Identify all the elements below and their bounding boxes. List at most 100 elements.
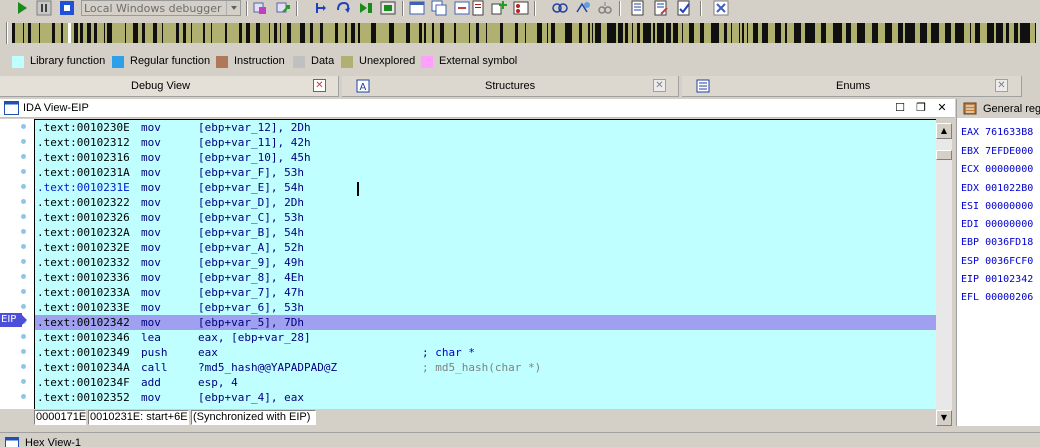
legend-label: Unexplored — [359, 55, 416, 67]
scroll-up-icon[interactable]: ▲ — [936, 123, 952, 139]
run-until-return-icon[interactable] — [380, 0, 396, 16]
register-eax[interactable]: EAX 761633B8 — [961, 127, 1033, 138]
line-operands: esp, 4 — [198, 376, 238, 389]
register-esi[interactable]: ESI 00000000 — [961, 201, 1033, 212]
copy-window-icon[interactable] — [431, 0, 447, 16]
legend-swatch — [341, 56, 353, 68]
text-cursor — [357, 182, 359, 196]
listing-line[interactable]: .text:0010231A mov [ebp+var_F], 53h — [35, 165, 936, 180]
line-mnemonic: call — [141, 361, 168, 374]
legend-label: Regular function — [130, 55, 211, 67]
scrollbar-thumb[interactable] — [936, 150, 952, 160]
line-operands: [ebp+var_11], 42h — [198, 136, 311, 149]
listing-line[interactable]: .text:0010234F add esp, 4 — [35, 375, 936, 390]
line-address: .text:00102352 — [37, 391, 130, 404]
line-address: .text:00102342 — [37, 316, 130, 329]
close-icon[interactable]: ✕ — [653, 79, 666, 92]
legend-label: Instruction — [234, 55, 285, 67]
register-eip[interactable]: EIP 00102342 — [961, 274, 1033, 285]
listing-line[interactable]: .text:00102342 mov [ebp+var_5], 7Dh — [35, 315, 936, 330]
line-mnemonic: mov — [141, 271, 161, 284]
line-address: .text:00102316 — [37, 151, 130, 164]
disassembly-listing[interactable]: .text:00102352 mov [ebp+var_4], eax .text:0… — [34, 119, 936, 409]
trace-icon[interactable] — [552, 0, 568, 16]
listing-line[interactable]: .text:00102349 push eax ; char * — [35, 345, 936, 360]
tab-structures[interactable]: A Structures ✕ — [342, 76, 679, 97]
hex-view-panel[interactable]: Hex View-1 — [0, 432, 1040, 447]
listing-line[interactable]: .text:0010234A call ?md5_hash@@YAPADPAD@Z;… — [35, 360, 936, 375]
step-over-icon[interactable] — [335, 0, 351, 16]
list-view-icon[interactable] — [630, 0, 646, 16]
chevron-down-icon[interactable] — [226, 1, 240, 15]
step-into-icon[interactable] — [313, 0, 329, 16]
listing-line[interactable]: .text:00102346 lea eax, [ebp+var_28] — [35, 330, 936, 345]
function-trace-icon[interactable] — [597, 0, 613, 16]
window-icon[interactable] — [409, 0, 425, 16]
register-edi[interactable]: EDI 00000000 — [961, 219, 1033, 230]
line-mnemonic: mov — [141, 166, 161, 179]
panel-title: General regi — [983, 103, 1040, 115]
tab-debug-view[interactable]: Debug View ✕ — [0, 76, 339, 97]
line-operands: eax — [198, 346, 218, 359]
navigation-band[interactable] — [0, 18, 1040, 47]
detach-icon[interactable] — [275, 0, 291, 16]
breakpoint-list-icon[interactable] — [513, 0, 529, 16]
close-icon[interactable]: ✕ — [995, 79, 1008, 92]
legend-label: External symbol — [439, 55, 518, 67]
line-operands: [ebp+var_12], 2Dh — [198, 121, 311, 134]
listing-line[interactable]: .text:00102312 mov [ebp+var_11], 42h — [35, 135, 936, 150]
close-icon[interactable]: ✕ — [935, 101, 949, 115]
line-address: .text:00102349 — [37, 346, 130, 359]
listing-line[interactable]: .text:0010233A mov [ebp+var_7], 47h — [35, 285, 936, 300]
pause-icon[interactable] — [36, 0, 52, 16]
listing-line[interactable]: .text:00102352 mov [ebp+var_4], eax — [35, 390, 936, 405]
listing-line[interactable]: .text:0010232E mov [ebp+var_A], 52h — [35, 240, 936, 255]
listing-line[interactable]: .text:00102326 mov [ebp+var_C], 53h — [35, 210, 936, 225]
listing-line[interactable]: .text:0010232A mov [ebp+var_B], 54h — [35, 225, 936, 240]
debugger-select[interactable]: Local Windows debugger — [81, 0, 241, 16]
line-mnemonic: mov — [141, 256, 161, 269]
listing-line[interactable]: .text:0010231E mov [ebp+var_E], 54h — [35, 180, 936, 195]
listing-line[interactable]: .text:00102336 mov [ebp+var_8], 4Eh — [35, 270, 936, 285]
toolbar-grip[interactable] — [6, 22, 8, 44]
current-location: 0010231E: start+6E — [88, 410, 189, 425]
stop-icon[interactable] — [59, 0, 75, 16]
register-edx[interactable]: EDX 001022B0 — [961, 183, 1033, 194]
line-address: .text:00102346 — [37, 331, 130, 344]
listing-line[interactable]: .text:0010233E mov [ebp+var_6], 53h — [35, 300, 936, 315]
instruction-trace-icon[interactable] — [575, 0, 591, 16]
navigation-band-map[interactable] — [12, 23, 1036, 43]
tab-enums[interactable]: Enums ✕ — [682, 76, 1022, 97]
disassembly-icon — [4, 101, 19, 115]
maximize-icon[interactable]: ☐ — [893, 101, 907, 115]
add-breakpoint-icon[interactable] — [491, 0, 507, 16]
listing-line[interactable]: .text:00102316 mov [ebp+var_10], 45h — [35, 150, 936, 165]
listing-line[interactable]: .text:0010230E mov [ebp+var_12], 2Dh — [35, 120, 936, 135]
register-ebx[interactable]: EBX 7EFDE000 — [961, 146, 1033, 157]
register-efl[interactable]: EFL 00000206 — [961, 292, 1033, 303]
navigate-icon[interactable] — [454, 0, 470, 16]
panel-title: IDA View-EIP — [23, 102, 89, 114]
register-ebp[interactable]: EBP 0036FD18 — [961, 237, 1033, 248]
line-address: .text:00102336 — [37, 271, 130, 284]
register-ecx[interactable]: ECX 00000000 — [961, 164, 1033, 175]
script-icon[interactable] — [470, 0, 486, 16]
vertical-scrollbar[interactable]: ▲ ▼ — [936, 123, 952, 426]
scroll-down-icon[interactable]: ▼ — [936, 410, 952, 426]
listing-line[interactable]: .text:00102332 mov [ebp+var_9], 49h — [35, 255, 936, 270]
line-mnemonic: mov — [141, 241, 161, 254]
run-to-cursor-icon[interactable] — [358, 0, 374, 16]
line-address: .text:0010231A — [37, 166, 130, 179]
listing-line[interactable]: .text:00102322 mov [ebp+var_D], 2Dh — [35, 195, 936, 210]
restore-icon[interactable]: ❐ — [914, 101, 928, 115]
edit-list-icon[interactable] — [653, 0, 669, 16]
play-icon[interactable] — [14, 0, 30, 16]
line-operands: [ebp+var_4], eax — [198, 391, 304, 404]
delete-icon[interactable] — [713, 0, 729, 16]
attach-icon[interactable] — [252, 0, 268, 16]
line-operands: [ebp+var_C], 53h — [198, 211, 304, 224]
check-list-icon[interactable] — [676, 0, 692, 16]
close-icon[interactable]: ✕ — [313, 79, 326, 92]
tab-label: Structures — [485, 80, 536, 92]
register-esp[interactable]: ESP 0036FCF0 — [961, 256, 1033, 267]
